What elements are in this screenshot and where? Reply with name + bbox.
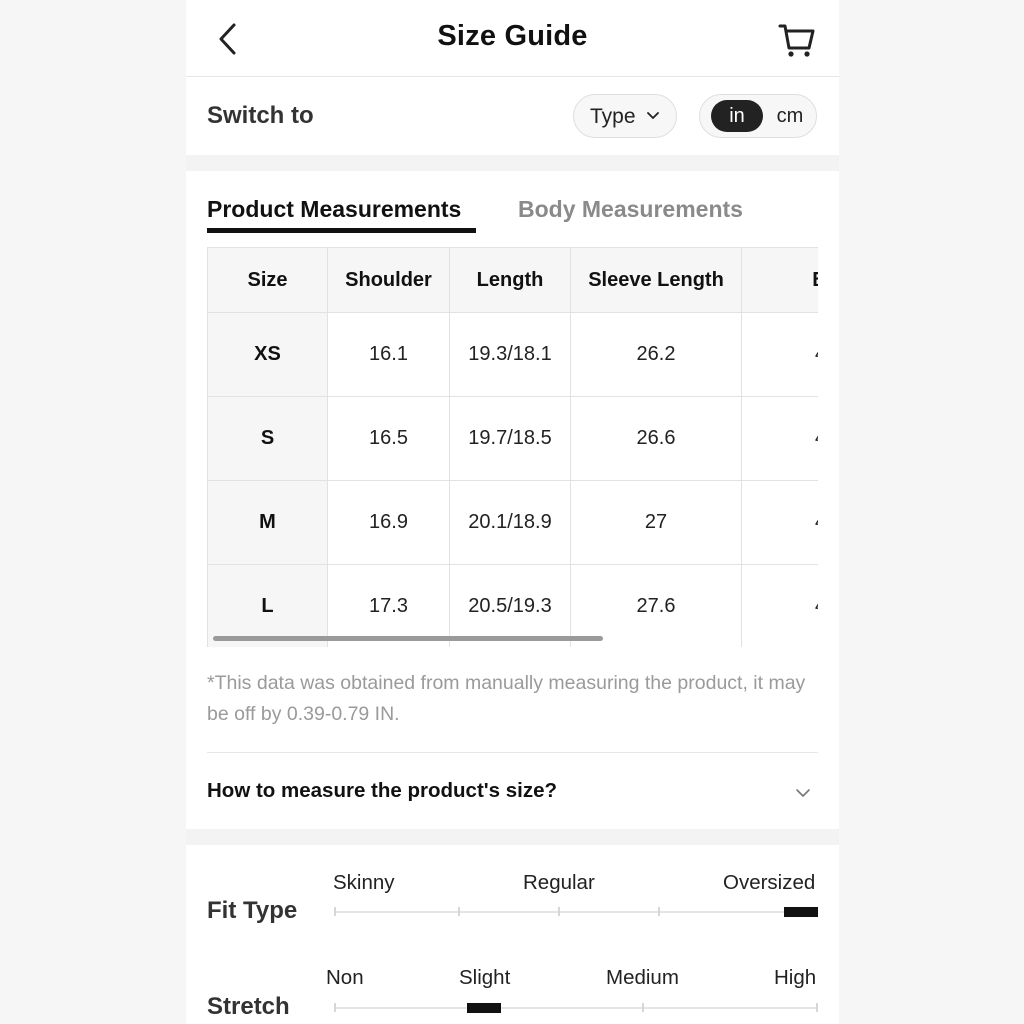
table-row: M 16.9 20.1/18.9 27 44.3: [207, 480, 818, 565]
fit-scale-oversized: Oversized: [723, 871, 816, 894]
stretch-scale-high: High: [774, 966, 817, 989]
table-cell: 26.6: [570, 396, 742, 481]
measurements-card: Product Measurements Body Measurements S…: [186, 171, 839, 829]
size-cell: L: [207, 564, 328, 647]
fit-card: Skinny Regular Oversized Fit Type Non Sl…: [186, 845, 839, 1024]
phone-screen: Size Guide Switch to Type in cm Product …: [186, 0, 839, 1024]
track-tick: [334, 1003, 336, 1012]
table-cell: 20.1/18.9: [449, 480, 571, 565]
switch-label: Switch to: [207, 102, 314, 129]
fit-type-track: [334, 907, 818, 917]
size-cell: XS: [207, 312, 328, 397]
column-header: Bust: [741, 247, 818, 313]
column-header: Shoulder: [327, 247, 450, 313]
stretch-marker: [467, 1003, 501, 1013]
fit-type-label: Fit Type: [207, 897, 298, 924]
track-tick: [334, 907, 336, 916]
horizontal-scrollbar[interactable]: [213, 636, 603, 641]
table-cell: 19.7/18.5: [449, 396, 571, 481]
type-dropdown-label: Type: [590, 105, 636, 128]
header-bar: Size Guide: [186, 0, 839, 77]
table-header-row: Size Shoulder Length Sleeve Length Bust: [207, 247, 818, 313]
track-tick: [816, 1003, 818, 1012]
column-header: Size: [207, 247, 328, 313]
table-row: L 17.3 20.5/19.3 27.6 46.7: [207, 564, 818, 647]
table-cell: 16.1: [327, 312, 450, 397]
stretch-track: [334, 1003, 818, 1013]
cart-button[interactable]: [778, 20, 816, 60]
fit-type-marker: [784, 907, 818, 917]
stretch-scale-non: Non: [326, 966, 364, 989]
table-cell: 27: [570, 480, 742, 565]
table-cell: 27.6: [570, 564, 742, 647]
stretch-label: Stretch: [207, 993, 290, 1020]
measurement-note: *This data was obtained from manually me…: [207, 672, 806, 725]
tab-body-measurements[interactable]: Body Measurements: [518, 196, 743, 223]
column-header: Length: [449, 247, 571, 313]
track-tick: [558, 907, 560, 916]
table-cell: 26.2: [570, 312, 742, 397]
table-cell: 44.3: [741, 480, 818, 565]
how-to-measure-expander[interactable]: How to measure the product's size?: [207, 753, 818, 829]
page-title: Size Guide: [437, 20, 588, 52]
table-cell: 41.1: [741, 312, 818, 397]
cart-icon: [778, 24, 815, 57]
unit-toggle: in cm: [699, 94, 817, 138]
tab-product-measurements[interactable]: Product Measurements: [207, 196, 461, 223]
table-cell: 20.5/19.3: [449, 564, 571, 647]
size-cell: M: [207, 480, 328, 565]
table-row: XS 16.1 19.3/18.1 26.2 41.1: [207, 312, 818, 397]
table-cell: 16.9: [327, 480, 450, 565]
track-tick: [642, 1003, 644, 1012]
chevron-down-icon: [647, 112, 659, 119]
size-table: Size Shoulder Length Sleeve Length Bust …: [207, 247, 818, 647]
table-row: S 16.5 19.7/18.5 26.6 42.7: [207, 396, 818, 481]
size-cell: S: [207, 396, 328, 481]
stretch-scale-slight: Slight: [459, 966, 511, 989]
active-tab-indicator: [207, 228, 476, 233]
table-cell: 19.3/18.1: [449, 312, 571, 397]
stretch-scale-medium: Medium: [606, 966, 679, 989]
table-cell: 16.5: [327, 396, 450, 481]
unit-cm-option[interactable]: cm: [770, 100, 810, 132]
track-tick: [658, 907, 660, 916]
switch-row: Switch to Type in cm: [186, 77, 839, 155]
track-tick: [458, 907, 460, 916]
unit-in-option[interactable]: in: [711, 100, 763, 132]
table-cell: 42.7: [741, 396, 818, 481]
how-to-measure-label: How to measure the product's size?: [207, 779, 558, 802]
type-dropdown[interactable]: Type: [573, 94, 677, 138]
table-cell: 46.7: [741, 564, 818, 647]
table-cell: 17.3: [327, 564, 450, 647]
size-table-scroll-area[interactable]: Size Shoulder Length Sleeve Length Bust …: [207, 247, 818, 647]
chevron-down-icon: [796, 789, 810, 797]
column-header: Sleeve Length: [570, 247, 742, 313]
fit-scale-regular: Regular: [523, 871, 595, 894]
fit-scale-skinny: Skinny: [333, 871, 395, 894]
